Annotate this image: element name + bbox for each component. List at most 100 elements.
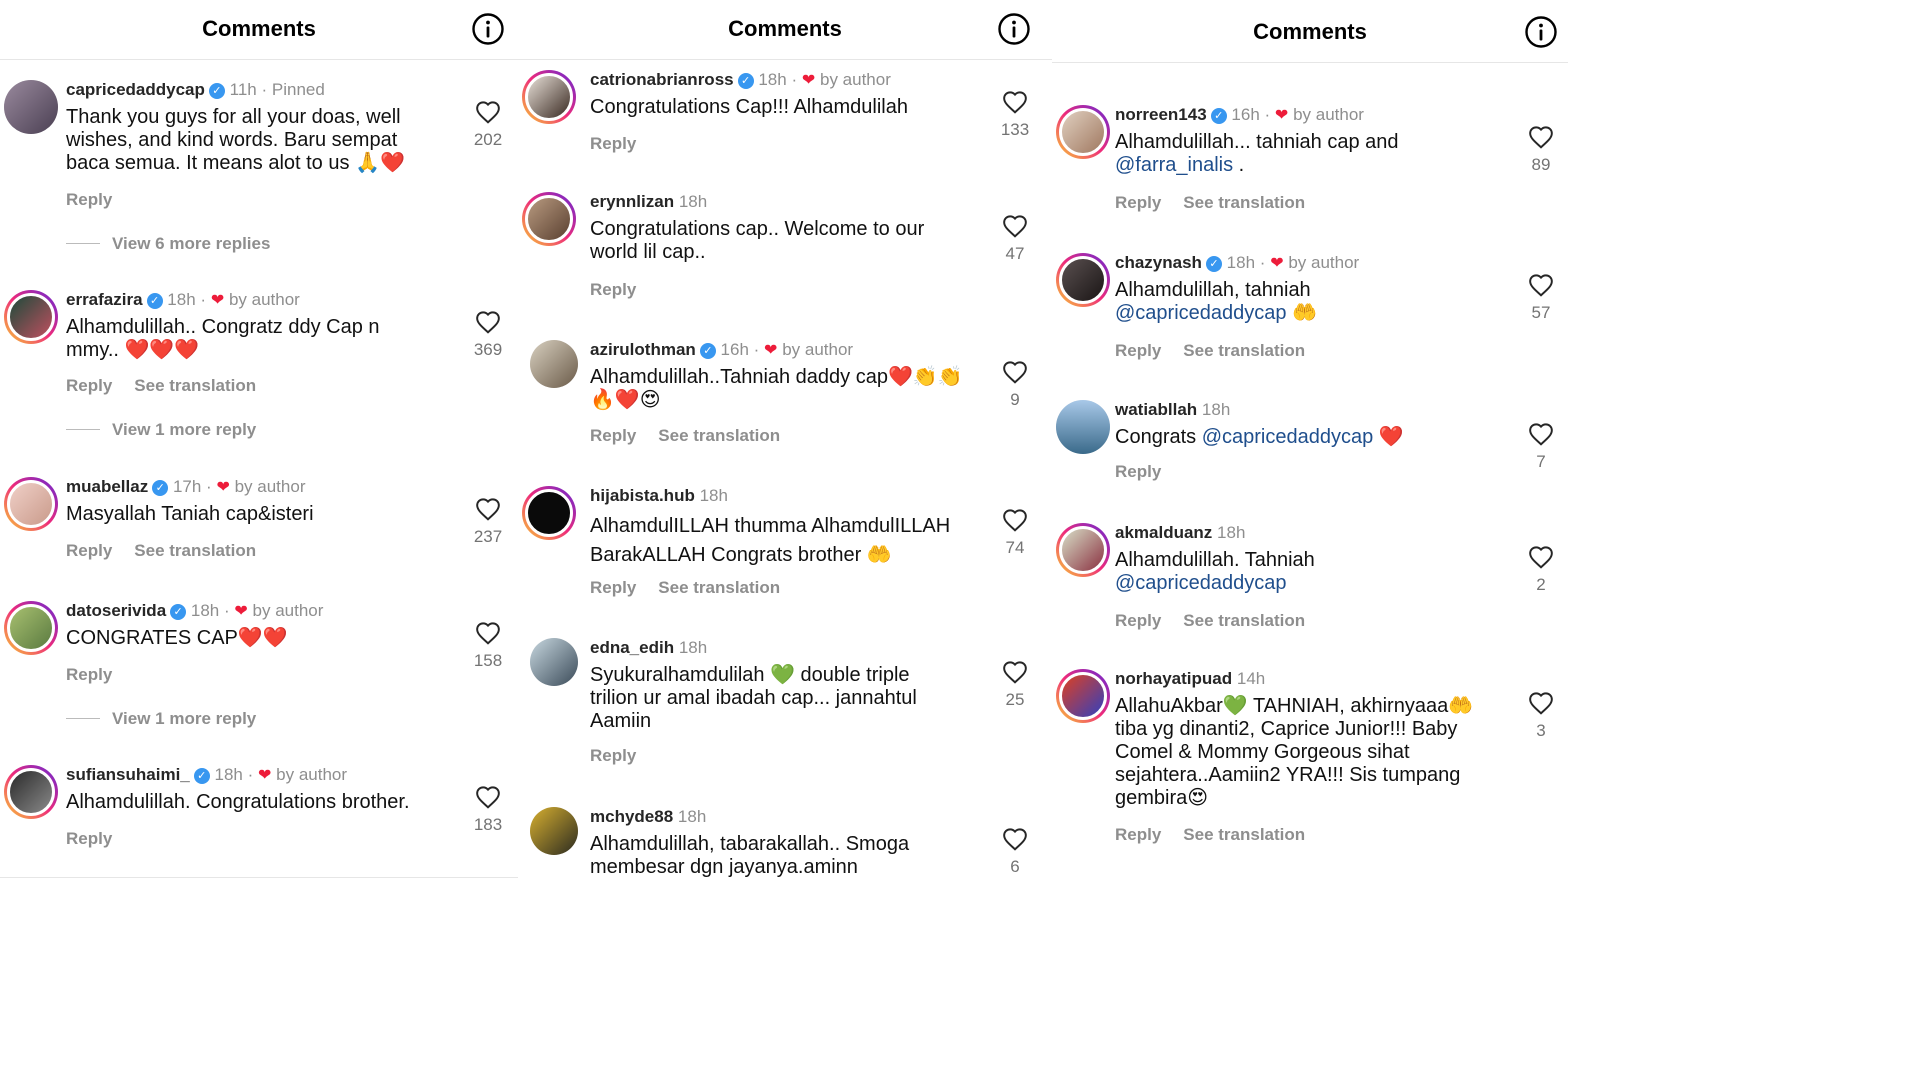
- reply-button[interactable]: Reply: [1115, 193, 1161, 212]
- reply-button[interactable]: Reply: [590, 746, 636, 765]
- like-button[interactable]: 47: [990, 214, 1040, 264]
- avatar[interactable]: [4, 80, 58, 134]
- like-button[interactable]: 183: [463, 785, 513, 835]
- see-translation-button[interactable]: See translation: [658, 426, 780, 445]
- avatar[interactable]: [4, 477, 58, 531]
- like-count: 158: [473, 651, 503, 670]
- reply-button[interactable]: Reply: [66, 376, 112, 395]
- view-replies-label: View 1 more reply: [112, 420, 257, 439]
- like-button[interactable]: 25: [990, 660, 1040, 710]
- reply-button[interactable]: Reply: [590, 578, 636, 597]
- mention-link[interactable]: @capricedaddycap: [1115, 572, 1287, 594]
- like-count: 202: [473, 130, 503, 149]
- see-translation-button[interactable]: See translation: [1183, 193, 1305, 212]
- text-segment: Alhamdulillah. Tahniah: [1115, 549, 1315, 571]
- username[interactable]: hijabista.hub: [590, 486, 695, 505]
- username[interactable]: catrionabrianross: [590, 70, 734, 89]
- username[interactable]: akmalduanz: [1115, 523, 1212, 542]
- like-button[interactable]: 133: [990, 90, 1040, 140]
- see-translation-button[interactable]: See translation: [134, 376, 256, 395]
- avatar[interactable]: [1056, 105, 1110, 159]
- comment-actions: Reply See translation: [66, 541, 278, 561]
- username[interactable]: mchyde88: [590, 807, 673, 826]
- like-button[interactable]: 57: [1516, 273, 1566, 323]
- username[interactable]: watiabllah: [1115, 400, 1197, 419]
- reply-button[interactable]: Reply: [1115, 611, 1161, 630]
- username[interactable]: azirulothman: [590, 340, 696, 359]
- see-translation-button[interactable]: See translation: [134, 541, 256, 560]
- avatar[interactable]: [4, 601, 58, 655]
- like-button[interactable]: 202: [463, 100, 513, 150]
- view-replies-button[interactable]: View 1 more reply: [66, 420, 256, 440]
- info-icon[interactable]: [1524, 15, 1558, 49]
- timestamp: 18h: [678, 192, 708, 211]
- info-icon[interactable]: [997, 12, 1031, 46]
- like-button[interactable]: 9: [990, 360, 1040, 410]
- mention-link[interactable]: @farra_inalis: [1115, 154, 1233, 176]
- reply-button[interactable]: Reply: [1115, 825, 1161, 844]
- username[interactable]: errafazira: [66, 290, 143, 309]
- username[interactable]: muabellaz: [66, 477, 148, 496]
- like-button[interactable]: 158: [463, 621, 513, 671]
- like-button[interactable]: 74: [990, 508, 1040, 558]
- avatar[interactable]: [530, 340, 578, 388]
- reply-button[interactable]: Reply: [1115, 341, 1161, 360]
- red-heart-icon: ❤: [210, 292, 225, 309]
- username[interactable]: datoserivida: [66, 601, 166, 620]
- view-replies-button[interactable]: View 6 more replies: [66, 234, 270, 254]
- avatar[interactable]: [1056, 253, 1110, 307]
- like-button[interactable]: 89: [1516, 125, 1566, 175]
- username[interactable]: norhayatipuad: [1115, 669, 1232, 688]
- see-translation-button[interactable]: See translation: [1183, 825, 1305, 844]
- heart-outline-icon: [1003, 828, 1027, 851]
- avatar[interactable]: [4, 290, 58, 344]
- reply-button[interactable]: Reply: [590, 134, 636, 153]
- comment-actions: Reply See translation: [1115, 611, 1327, 631]
- red-heart-icon: ❤: [1270, 255, 1284, 272]
- avatar[interactable]: [522, 192, 576, 246]
- reply-button[interactable]: Reply: [590, 426, 636, 445]
- username[interactable]: edna_edih: [590, 638, 674, 657]
- avatar[interactable]: [1056, 669, 1110, 723]
- comment-actions: Reply: [1115, 462, 1183, 482]
- comment-actions: Reply See translation: [1115, 193, 1327, 213]
- mention-link[interactable]: @capricedaddycap: [1115, 302, 1287, 324]
- like-button[interactable]: 3: [1516, 691, 1566, 741]
- reply-button[interactable]: Reply: [1115, 462, 1161, 481]
- username[interactable]: norreen143: [1115, 105, 1207, 124]
- separator: ·: [206, 477, 212, 496]
- mention-link[interactable]: @capricedaddycap: [1202, 426, 1374, 448]
- username[interactable]: capricedaddycap: [66, 80, 205, 99]
- reply-button[interactable]: Reply: [66, 541, 112, 560]
- username[interactable]: erynnlizan: [590, 192, 674, 211]
- red-heart-icon: ❤: [764, 342, 778, 359]
- like-button[interactable]: 2: [1516, 545, 1566, 595]
- avatar[interactable]: [4, 765, 58, 819]
- avatar[interactable]: [530, 638, 578, 686]
- reply-button[interactable]: Reply: [66, 829, 112, 848]
- view-replies-label: View 6 more replies: [112, 234, 271, 253]
- reply-button[interactable]: Reply: [590, 280, 636, 299]
- see-translation-button[interactable]: See translation: [1183, 611, 1305, 630]
- verified-badge-icon: ✓: [737, 73, 754, 89]
- like-button[interactable]: 369: [463, 310, 513, 360]
- like-button[interactable]: 7: [1516, 422, 1566, 472]
- avatar[interactable]: [1056, 400, 1110, 454]
- info-icon[interactable]: [471, 12, 505, 46]
- heart-outline-icon: [1003, 215, 1027, 238]
- username[interactable]: sufiansuhaimi_: [66, 765, 190, 784]
- avatar[interactable]: [530, 807, 578, 855]
- view-replies-button[interactable]: View 1 more reply: [66, 709, 256, 729]
- avatar[interactable]: [522, 486, 576, 540]
- see-translation-button[interactable]: See translation: [1183, 341, 1305, 360]
- avatar[interactable]: [1056, 523, 1110, 577]
- comment-actions: Reply See translation: [590, 578, 802, 598]
- reply-button[interactable]: Reply: [66, 665, 112, 684]
- see-translation-button[interactable]: See translation: [658, 578, 780, 597]
- reply-button[interactable]: Reply: [66, 190, 112, 209]
- like-button[interactable]: 6: [990, 827, 1040, 877]
- username[interactable]: chazynash: [1115, 253, 1202, 272]
- avatar[interactable]: [522, 70, 576, 124]
- like-button[interactable]: 237: [463, 497, 513, 547]
- by-author-label: by author: [1288, 253, 1360, 272]
